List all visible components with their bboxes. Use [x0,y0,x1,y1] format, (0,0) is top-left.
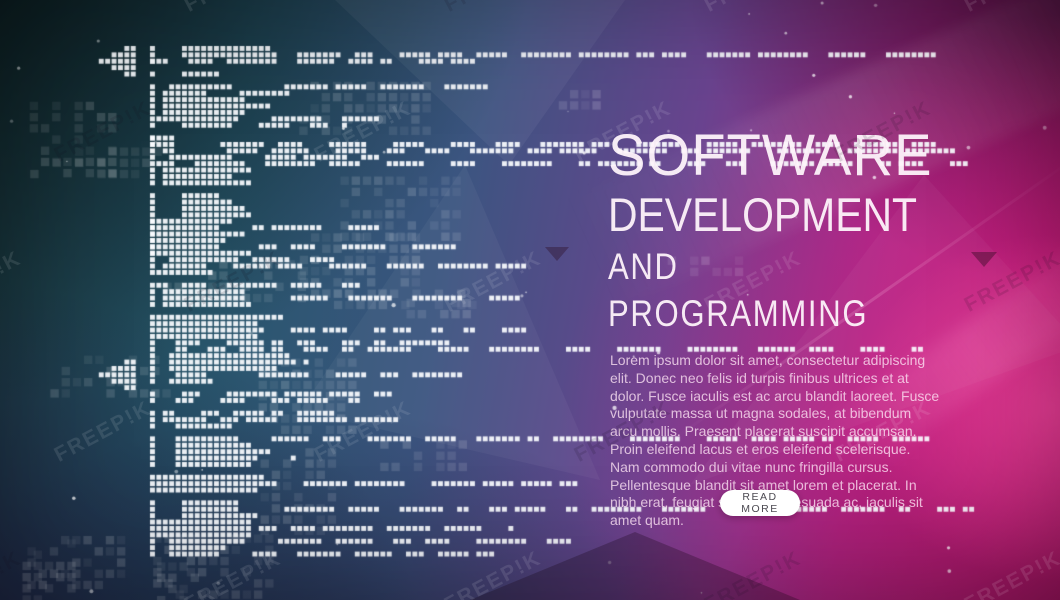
page-title-line2: DEVELOPMENT [608,188,918,241]
read-more-button[interactable]: READ MORE [720,490,800,516]
banner-stage: SOFTWARE DEVELOPMENT AND PROGRAMMING Lor… [0,0,1060,600]
page-title-line1: SOFTWARE [608,123,933,188]
hero-content: SOFTWARE DEVELOPMENT AND PROGRAMMING Lor… [608,126,953,530]
page-subtitle: AND PROGRAMMING [608,246,869,334]
